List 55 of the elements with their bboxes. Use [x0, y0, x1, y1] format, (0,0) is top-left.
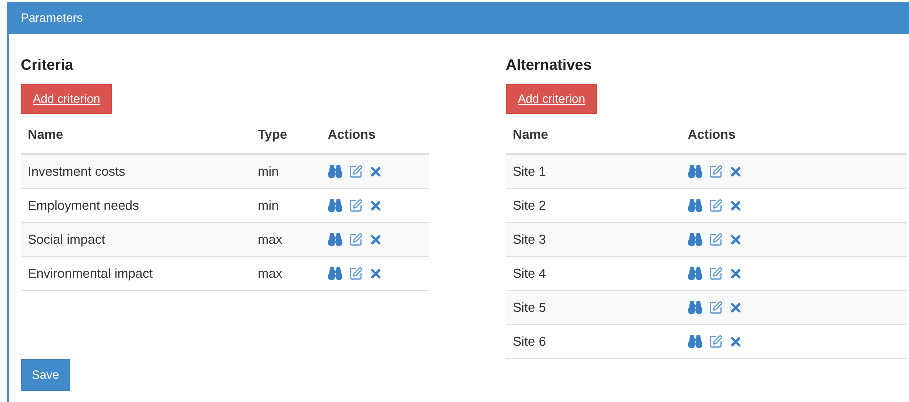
- binoculars-icon[interactable]: [688, 266, 703, 281]
- column-header: Type: [258, 126, 288, 144]
- delete-icon[interactable]: [729, 232, 743, 246]
- delete-icon[interactable]: [729, 164, 743, 178]
- table-cell-text: Site 3: [513, 230, 546, 249]
- binoculars-icon[interactable]: [328, 198, 343, 213]
- binoculars-icon[interactable]: [688, 232, 703, 247]
- column-header: Name: [28, 126, 64, 144]
- table-cell-text: max: [258, 264, 283, 283]
- binoculars-icon[interactable]: [688, 300, 703, 315]
- edit-icon[interactable]: [709, 198, 723, 212]
- binoculars-icon[interactable]: [688, 164, 703, 179]
- table-cell-text: Investment costs: [28, 162, 126, 181]
- table-cell-text: min: [258, 196, 279, 215]
- binoculars-icon[interactable]: [688, 334, 703, 349]
- edit-icon[interactable]: [709, 232, 723, 246]
- delete-icon[interactable]: [729, 334, 743, 348]
- table-cell-text: Social impact: [28, 230, 106, 249]
- column-header: Actions: [328, 126, 376, 144]
- edit-icon[interactable]: [709, 164, 723, 178]
- delete-icon[interactable]: [729, 198, 743, 212]
- table-cell-text: Site 4: [513, 264, 546, 283]
- delete-icon[interactable]: [729, 300, 743, 314]
- table-cell-text: Site 5: [513, 298, 546, 317]
- save-button[interactable]: Save: [21, 359, 70, 391]
- edit-icon[interactable]: [349, 198, 363, 212]
- table-cell-text: min: [258, 162, 279, 181]
- edit-icon[interactable]: [349, 232, 363, 246]
- table-cell-text: Site 6: [513, 332, 546, 351]
- delete-icon[interactable]: [369, 266, 383, 280]
- edit-icon[interactable]: [349, 164, 363, 178]
- section-title: Alternatives: [506, 56, 592, 76]
- edit-icon[interactable]: [349, 266, 363, 280]
- table-cell-text: Site 2: [513, 196, 546, 215]
- binoculars-icon[interactable]: [328, 266, 343, 281]
- add-criterion-button[interactable]: Add criterion: [506, 84, 598, 114]
- column-header: Actions: [688, 126, 736, 144]
- binoculars-icon[interactable]: [328, 164, 343, 179]
- delete-icon[interactable]: [729, 266, 743, 280]
- add-criterion-button[interactable]: Add criterion: [21, 84, 112, 114]
- table-cell-text: Site 1: [513, 162, 546, 181]
- table-cell-text: max: [258, 230, 283, 249]
- table-cell-text: Environmental impact: [28, 264, 153, 283]
- edit-icon[interactable]: [709, 300, 723, 314]
- binoculars-icon[interactable]: [688, 198, 703, 213]
- edit-icon[interactable]: [709, 334, 723, 348]
- panel-title: Parameters: [21, 10, 84, 27]
- delete-icon[interactable]: [369, 198, 383, 212]
- section-title: Criteria: [21, 56, 74, 76]
- table-cell-text: Employment needs: [28, 196, 140, 215]
- delete-icon[interactable]: [369, 164, 383, 178]
- edit-icon[interactable]: [709, 266, 723, 280]
- delete-icon[interactable]: [369, 232, 383, 246]
- column-header: Name: [513, 126, 548, 144]
- binoculars-icon[interactable]: [328, 232, 343, 247]
